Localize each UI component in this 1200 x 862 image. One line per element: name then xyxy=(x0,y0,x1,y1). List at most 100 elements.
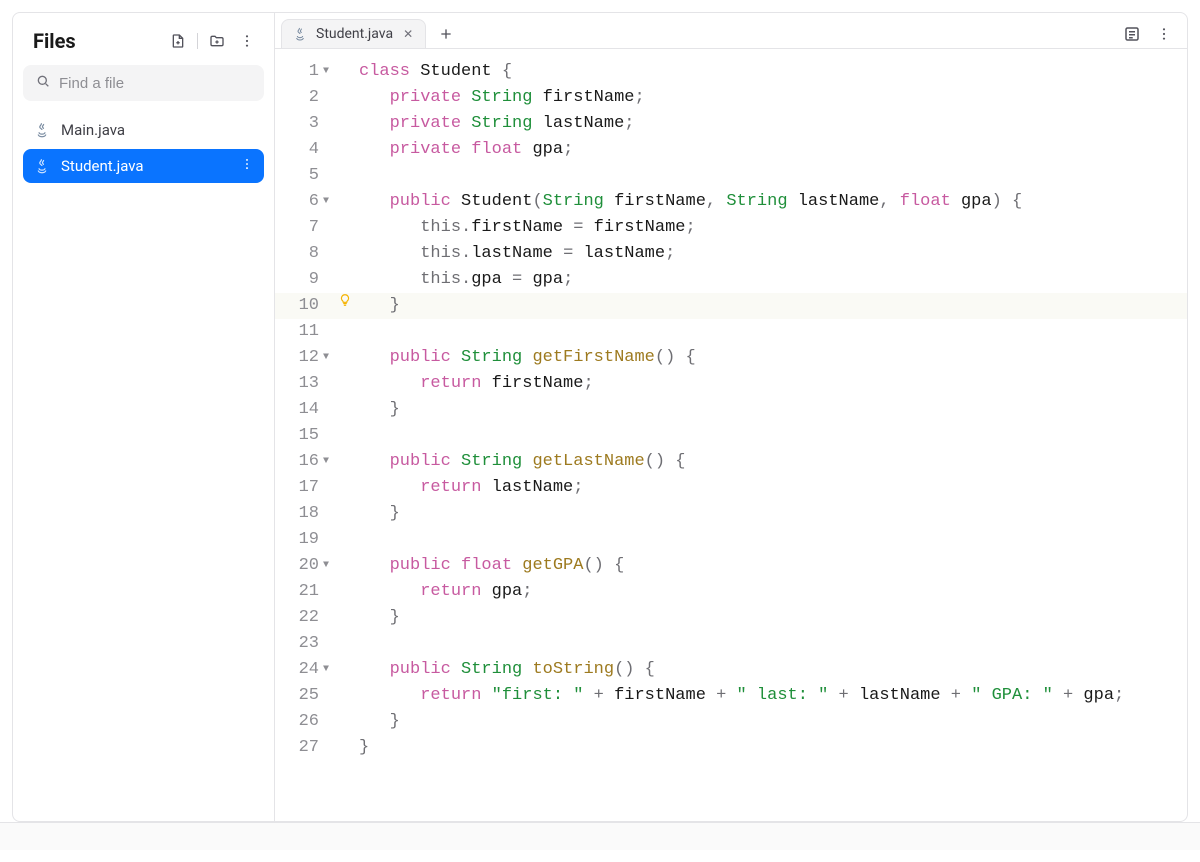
gutter[interactable]: 13 xyxy=(275,371,335,397)
tab-student-java[interactable]: Student.java ✕ xyxy=(281,19,426,48)
gutter[interactable]: 15 xyxy=(275,423,335,449)
code-line[interactable]: 11 xyxy=(275,319,1187,345)
gutter[interactable]: 20▼ xyxy=(275,553,335,579)
code-text[interactable]: return "first: " + firstName + " last: "… xyxy=(355,683,1124,709)
lightbulb-icon[interactable] xyxy=(335,293,355,307)
code-line[interactable]: 9 this.gpa = gpa; xyxy=(275,267,1187,293)
code-line[interactable]: 6▼ public Student(String firstName, Stri… xyxy=(275,189,1187,215)
code-line[interactable]: 25 return "first: " + firstName + " last… xyxy=(275,683,1187,709)
code-text[interactable]: public String getFirstName() { xyxy=(355,345,696,371)
gutter[interactable]: 12▼ xyxy=(275,345,335,371)
gutter[interactable]: 11 xyxy=(275,319,335,345)
editor-more-icon[interactable] xyxy=(1153,23,1175,45)
gutter[interactable]: 18 xyxy=(275,501,335,527)
code-text[interactable]: this.lastName = lastName; xyxy=(355,241,675,267)
gutter[interactable]: 26 xyxy=(275,709,335,735)
code-line[interactable]: 26 } xyxy=(275,709,1187,735)
code-line[interactable]: 27 } xyxy=(275,735,1187,761)
code-line[interactable]: 20▼ public float getGPA() { xyxy=(275,553,1187,579)
code-text[interactable]: } xyxy=(355,735,369,761)
gutter[interactable]: 3 xyxy=(275,111,335,137)
new-tab-button[interactable] xyxy=(432,20,460,48)
gutter[interactable]: 5 xyxy=(275,163,335,189)
sidebar-title: Files xyxy=(33,29,76,53)
fold-icon[interactable]: ▼ xyxy=(323,59,329,85)
code-text[interactable]: public Student(String firstName, String … xyxy=(355,189,1022,215)
code-line[interactable]: 2 private String firstName; xyxy=(275,85,1187,111)
gutter[interactable]: 17 xyxy=(275,475,335,501)
code-line[interactable]: 19 xyxy=(275,527,1187,553)
code-text[interactable]: private String firstName; xyxy=(355,85,645,111)
code-line[interactable]: 1▼ class Student { xyxy=(275,59,1187,85)
gutter[interactable]: 8 xyxy=(275,241,335,267)
gutter[interactable]: 23 xyxy=(275,631,335,657)
gutter[interactable]: 9 xyxy=(275,267,335,293)
code-text[interactable]: this.firstName = firstName; xyxy=(355,215,696,241)
file-search[interactable] xyxy=(23,65,264,101)
gutter[interactable]: 27 xyxy=(275,735,335,761)
code-text[interactable]: private float gpa; xyxy=(355,137,573,163)
gutter[interactable]: 21 xyxy=(275,579,335,605)
code-line[interactable]: 4 private float gpa; xyxy=(275,137,1187,163)
code-line[interactable]: 10 } xyxy=(275,293,1187,319)
code-line[interactable]: 13 return firstName; xyxy=(275,371,1187,397)
java-icon xyxy=(33,121,51,139)
fold-icon[interactable]: ▼ xyxy=(323,189,329,215)
code-editor[interactable]: 1▼class Student {2 private String firstN… xyxy=(275,49,1187,821)
fold-icon[interactable]: ▼ xyxy=(323,553,329,579)
code-line[interactable]: 23 xyxy=(275,631,1187,657)
file-item[interactable]: Main.java xyxy=(23,113,264,147)
code-line[interactable]: 12▼ public String getFirstName() { xyxy=(275,345,1187,371)
gutter[interactable]: 14 xyxy=(275,397,335,423)
code-line[interactable]: 8 this.lastName = lastName; xyxy=(275,241,1187,267)
code-text[interactable]: } xyxy=(355,709,400,735)
code-text[interactable]: public float getGPA() { xyxy=(355,553,624,579)
code-text[interactable]: public String toString() { xyxy=(355,657,655,683)
code-line[interactable]: 24▼ public String toString() { xyxy=(275,657,1187,683)
fold-icon[interactable]: ▼ xyxy=(323,657,329,683)
status-bar xyxy=(0,822,1200,850)
code-line[interactable]: 3 private String lastName; xyxy=(275,111,1187,137)
code-line[interactable]: 14 } xyxy=(275,397,1187,423)
code-line[interactable]: 18 } xyxy=(275,501,1187,527)
fold-icon[interactable]: ▼ xyxy=(323,345,329,371)
code-line[interactable]: 21 return gpa; xyxy=(275,579,1187,605)
new-folder-icon[interactable] xyxy=(206,30,228,52)
file-item[interactable]: Student.java xyxy=(23,149,264,183)
gutter[interactable]: 6▼ xyxy=(275,189,335,215)
code-text[interactable]: return firstName; xyxy=(355,371,594,397)
gutter[interactable]: 1▼ xyxy=(275,59,335,85)
fold-icon[interactable]: ▼ xyxy=(323,449,329,475)
code-text[interactable]: } xyxy=(355,397,400,423)
gutter[interactable]: 22 xyxy=(275,605,335,631)
code-line[interactable]: 7 this.firstName = firstName; xyxy=(275,215,1187,241)
close-icon[interactable]: ✕ xyxy=(401,27,415,41)
new-file-icon[interactable] xyxy=(167,30,189,52)
code-text[interactable]: } xyxy=(355,501,400,527)
outline-icon[interactable] xyxy=(1121,23,1143,45)
code-line[interactable]: 5 xyxy=(275,163,1187,189)
gutter[interactable]: 19 xyxy=(275,527,335,553)
gutter[interactable]: 7 xyxy=(275,215,335,241)
code-line[interactable]: 16▼ public String getLastName() { xyxy=(275,449,1187,475)
code-text[interactable]: class Student { xyxy=(355,59,512,85)
code-line[interactable]: 22 } xyxy=(275,605,1187,631)
search-input[interactable] xyxy=(59,75,258,92)
file-more-icon[interactable] xyxy=(240,157,254,175)
gutter[interactable]: 16▼ xyxy=(275,449,335,475)
code-text[interactable]: public String getLastName() { xyxy=(355,449,685,475)
gutter[interactable]: 2 xyxy=(275,85,335,111)
code-text[interactable]: } xyxy=(355,605,400,631)
code-line[interactable]: 15 xyxy=(275,423,1187,449)
gutter[interactable]: 10 xyxy=(275,293,335,319)
code-text[interactable]: private String lastName; xyxy=(355,111,634,137)
code-line[interactable]: 17 return lastName; xyxy=(275,475,1187,501)
code-text[interactable]: this.gpa = gpa; xyxy=(355,267,573,293)
code-text[interactable]: return lastName; xyxy=(355,475,583,501)
gutter[interactable]: 25 xyxy=(275,683,335,709)
gutter[interactable]: 4 xyxy=(275,137,335,163)
sidebar-more-icon[interactable] xyxy=(236,30,258,52)
gutter[interactable]: 24▼ xyxy=(275,657,335,683)
code-text[interactable]: } xyxy=(355,293,400,319)
code-text[interactable]: return gpa; xyxy=(355,579,532,605)
